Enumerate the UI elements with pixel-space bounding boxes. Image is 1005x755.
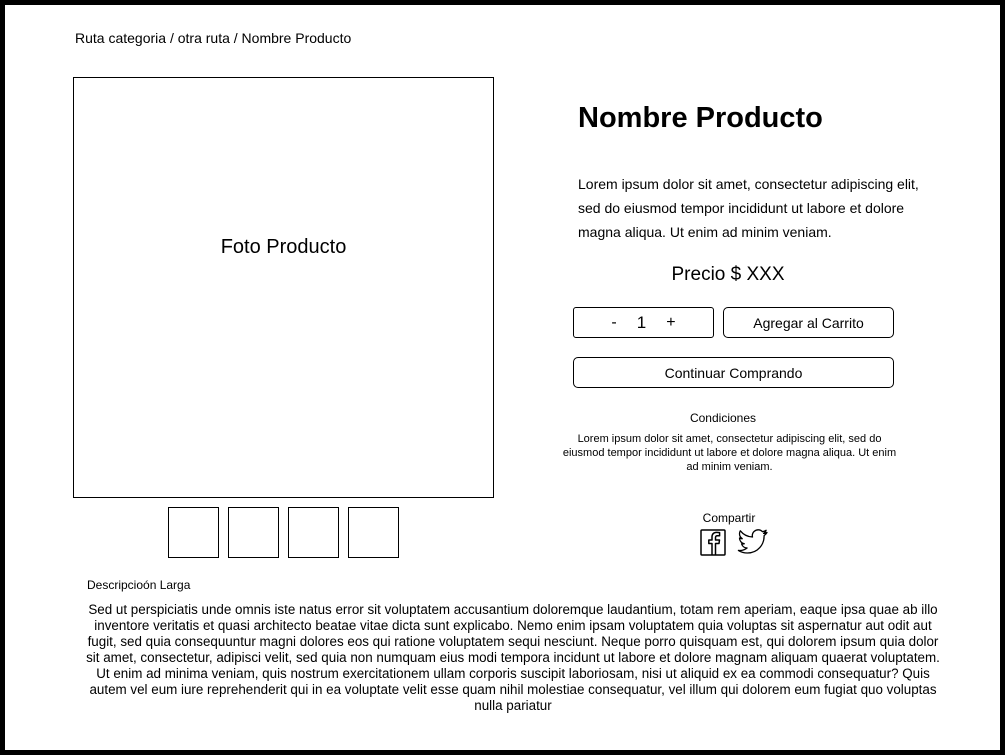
product-description: Lorem ipsum dolor sit amet, consectetur … [578, 176, 919, 240]
thumbnail-2[interactable] [228, 507, 279, 558]
quantity-stepper: - 1 + [573, 307, 714, 338]
quantity-decrease-button[interactable]: - [609, 314, 618, 332]
product-photo-label: Foto Producto [220, 236, 347, 258]
continue-shopping-button[interactable]: Continuar Comprando [573, 357, 894, 388]
breadcrumb-item-route[interactable]: otra ruta [178, 30, 230, 46]
thumbnail-strip [168, 507, 399, 558]
thumbnail-3[interactable] [288, 507, 339, 558]
facebook-icon[interactable] [700, 529, 726, 556]
product-price: Precio $ XXX [671, 264, 785, 285]
breadcrumb-separator: / [229, 30, 242, 46]
conditions-text: Lorem ipsum dolor sit amet, consectetur … [562, 433, 897, 473]
long-description-text: Sed ut perspiciatis unde omnis iste natu… [86, 602, 940, 713]
share-title: Compartir [702, 511, 756, 525]
quantity-value[interactable]: 1 [637, 313, 646, 333]
product-title: Nombre Producto [578, 102, 823, 134]
conditions-title: Condiciones [689, 411, 757, 425]
long-description-title: Descripcioón Larga [87, 578, 191, 592]
quantity-increase-button[interactable]: + [664, 314, 677, 332]
breadcrumb: Ruta categoria / otra ruta / Nombre Prod… [75, 30, 351, 46]
product-main-photo[interactable]: Foto Producto [73, 77, 494, 498]
breadcrumb-item-category[interactable]: Ruta categoria [75, 30, 166, 46]
twitter-icon[interactable] [737, 528, 769, 556]
breadcrumb-separator: / [166, 30, 178, 46]
thumbnail-1[interactable] [168, 507, 219, 558]
thumbnail-4[interactable] [348, 507, 399, 558]
breadcrumb-item-current: Nombre Producto [241, 30, 352, 46]
add-to-cart-button[interactable]: Agregar al Carrito [723, 307, 894, 338]
page-frame: Ruta categoria / otra ruta / Nombre Prod… [0, 0, 1005, 755]
